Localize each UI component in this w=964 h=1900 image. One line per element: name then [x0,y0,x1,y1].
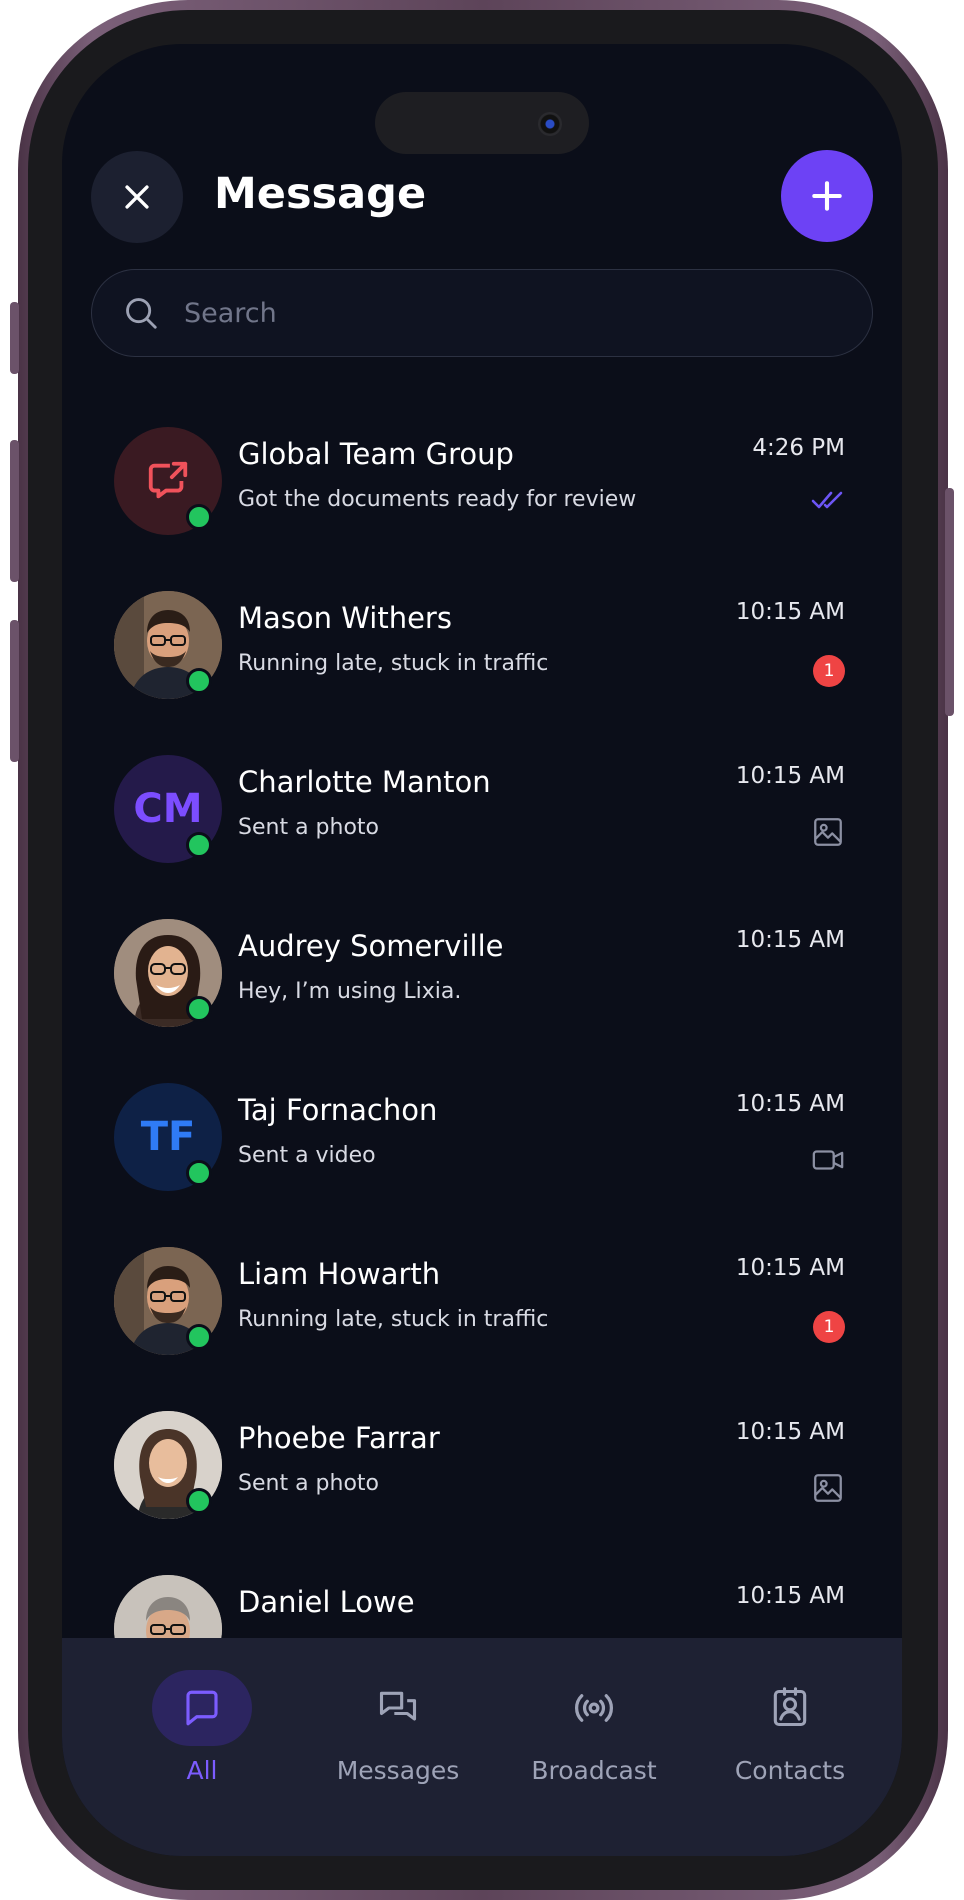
online-indicator [186,1324,212,1350]
online-indicator [186,832,212,858]
attachment-indicator [811,1143,845,1181]
side-button-silent [10,302,19,374]
message-preview: Got the documents ready for review [238,487,637,512]
search-bar[interactable] [91,269,873,357]
search-input[interactable] [182,296,786,330]
tab-icon-wrap [152,1670,252,1746]
message-time: 10:15 AM [735,1419,845,1445]
message-preview: Hey, I’m using Lixia. [238,979,462,1004]
unread-badge-wrap: 1 [813,1311,845,1343]
online-indicator [186,668,212,694]
search-icon [126,298,157,329]
side-button-volume-up [10,440,19,582]
contact-name: Global Team Group [238,437,514,471]
new-message-button[interactable] [781,150,873,242]
tab-icon-wrap [740,1670,840,1746]
tab-icon-wrap [348,1670,448,1746]
tab-broadcast[interactable]: Broadcast [496,1670,692,1810]
app-screen: Message Global Team Group Got the docume… [62,44,902,1856]
message-preview: Sent a photo [238,1471,379,1496]
chat-icon [186,1690,218,1726]
tab-label: All [186,1756,218,1785]
message-time: 10:15 AM [735,1583,845,1609]
contact-name: Liam Howarth [238,1257,441,1291]
image-icon [814,1474,842,1502]
unread-badge: 1 [813,655,845,687]
online-indicator [186,504,212,530]
video-icon [812,1150,844,1170]
chat-row[interactable]: Audrey Somerville Hey, I’m using Lixia. … [62,901,902,1065]
contact-name: Audrey Somerville [238,929,504,963]
message-time: 10:15 AM [735,1091,845,1117]
plus-icon [812,181,842,211]
message-time: 10:15 AM [735,599,845,625]
unread-badge: 1 [813,1311,845,1343]
contact-name: Daniel Lowe [238,1585,415,1619]
side-button-volume-down [10,620,19,762]
message-preview: Running late, stuck in traffic [238,1307,549,1332]
double-check-icon [811,491,843,509]
chat-row[interactable]: Phoebe Farrar Sent a photo 10:15 AM [62,1393,902,1557]
close-icon [125,185,149,209]
message-time: 10:15 AM [735,763,845,789]
message-time: 10:15 AM [735,1255,845,1281]
read-status [811,489,845,515]
contact-name: Phoebe Farrar [238,1421,440,1455]
tab-label: Messages [336,1756,460,1785]
online-indicator [186,1160,212,1186]
tab-icon-wrap [544,1670,644,1746]
message-preview: Sent a video [238,1143,376,1168]
message-time: 10:15 AM [735,927,845,953]
chat-row[interactable]: Mason Withers Running late, stuck in tra… [62,573,902,737]
contact-name: Taj Fornachon [238,1093,438,1127]
attachment-indicator [811,1471,845,1509]
chat-row[interactable]: TF Taj Fornachon Sent a video 10:15 AM [62,1065,902,1229]
tab-all[interactable]: All [104,1670,300,1810]
message-preview: Sent a photo [238,815,379,840]
tab-contacts[interactable]: Contacts [692,1670,888,1810]
online-indicator [186,996,212,1022]
unread-badge-wrap: 1 [813,655,845,687]
close-button[interactable] [91,151,183,243]
contact-name: Charlotte Manton [238,765,491,799]
camera-icon [538,112,562,136]
group-icon [148,461,188,499]
attachment-indicator [811,815,845,853]
chat-row[interactable]: CM Charlotte Manton Sent a photo 10:15 A… [62,737,902,901]
message-time: 4:26 PM [752,435,845,461]
avatar-initials: CM [133,786,203,832]
broadcast-icon [574,1694,614,1722]
side-button-power [945,488,954,716]
chat-row[interactable]: Global Team Group Got the documents read… [62,409,902,573]
page-title: Message [214,169,427,219]
bottom-tab-bar: All Messages Broadcast Contacts [62,1638,902,1856]
message-preview: Running late, stuck in traffic [238,651,549,676]
tab-messages[interactable]: Messages [300,1670,496,1810]
tab-label: Broadcast [531,1756,657,1785]
image-icon [814,818,842,846]
contacts-icon [773,1687,807,1727]
tab-label: Contacts [734,1756,846,1785]
avatar-initials: TF [140,1114,196,1160]
contact-name: Mason Withers [238,601,452,635]
online-indicator [186,1488,212,1514]
messages-icon [379,1691,417,1721]
chat-row[interactable]: Liam Howarth Running late, stuck in traf… [62,1229,902,1393]
